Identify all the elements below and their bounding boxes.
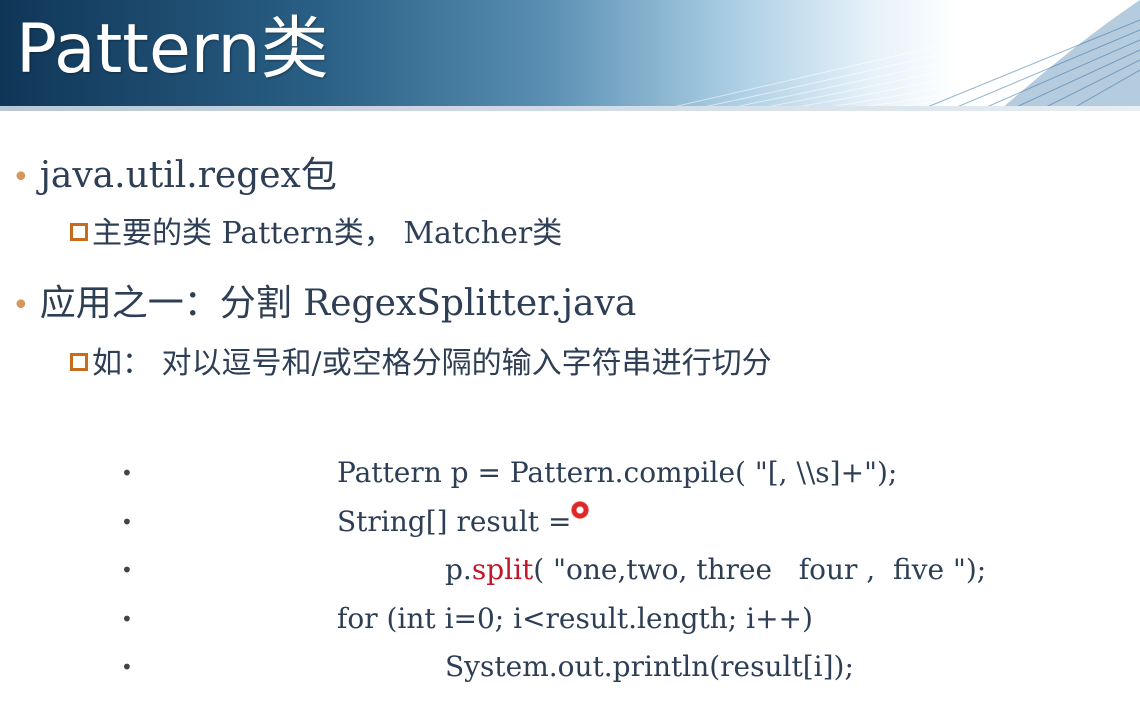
code-line-result-declaration: String[] result = [337,505,572,538]
bullet-item-regex-package: • java.util.regex包 [12,154,337,200]
code-line-split-call: p.split( "one,two, three four , five "); [445,552,986,588]
bullet-text: java.util.regex包 [39,155,337,196]
sub-bullet-main-classes: 主要的类 Pattern类， Matcher类 [70,214,562,254]
code-bullet-dot-icon: • [121,510,133,534]
bullet-dot-icon: • [12,160,30,195]
laser-pointer-icon [571,501,589,519]
code-bullet-dot-icon: • [121,607,133,631]
header-divider [0,106,1140,111]
code-line-println: System.out.println(result[i]); [445,650,854,683]
sub-bullet-text: 主要的类 Pattern类， Matcher类 [92,216,563,251]
bullet-text: 应用之一：分割 RegexSplitter.java [39,283,637,324]
code-bullet-dot-icon: • [121,655,133,679]
slide-title: Pattern类 [16,10,329,89]
sub-bullet-example: 如： 对以逗号和/或空格分隔的输入字符串进行切分 [70,344,772,384]
square-bullet-icon [70,353,88,371]
code-split-prefix: p. [445,553,472,586]
code-split-method: split [471,553,534,586]
header-wave-graphic [659,0,1140,110]
code-bullet-dot-icon: • [121,558,133,582]
bullet-item-split-application: • 应用之一：分割 RegexSplitter.java [12,282,636,328]
bullet-dot-icon: • [12,288,30,323]
slide-header: Pattern类 [0,0,1140,110]
code-line-pattern-compile: Pattern p = Pattern.compile( "[, \\s]+")… [337,456,898,489]
square-bullet-icon [70,223,88,241]
code-line-for-loop: for (int i=0; i<result.length; i++) [337,602,813,635]
sub-bullet-text: 如： 对以逗号和/或空格分隔的输入字符串进行切分 [92,346,772,381]
code-split-args: ( "one,two, three four , five "); [533,553,987,586]
code-bullet-dot-icon: • [121,461,133,485]
